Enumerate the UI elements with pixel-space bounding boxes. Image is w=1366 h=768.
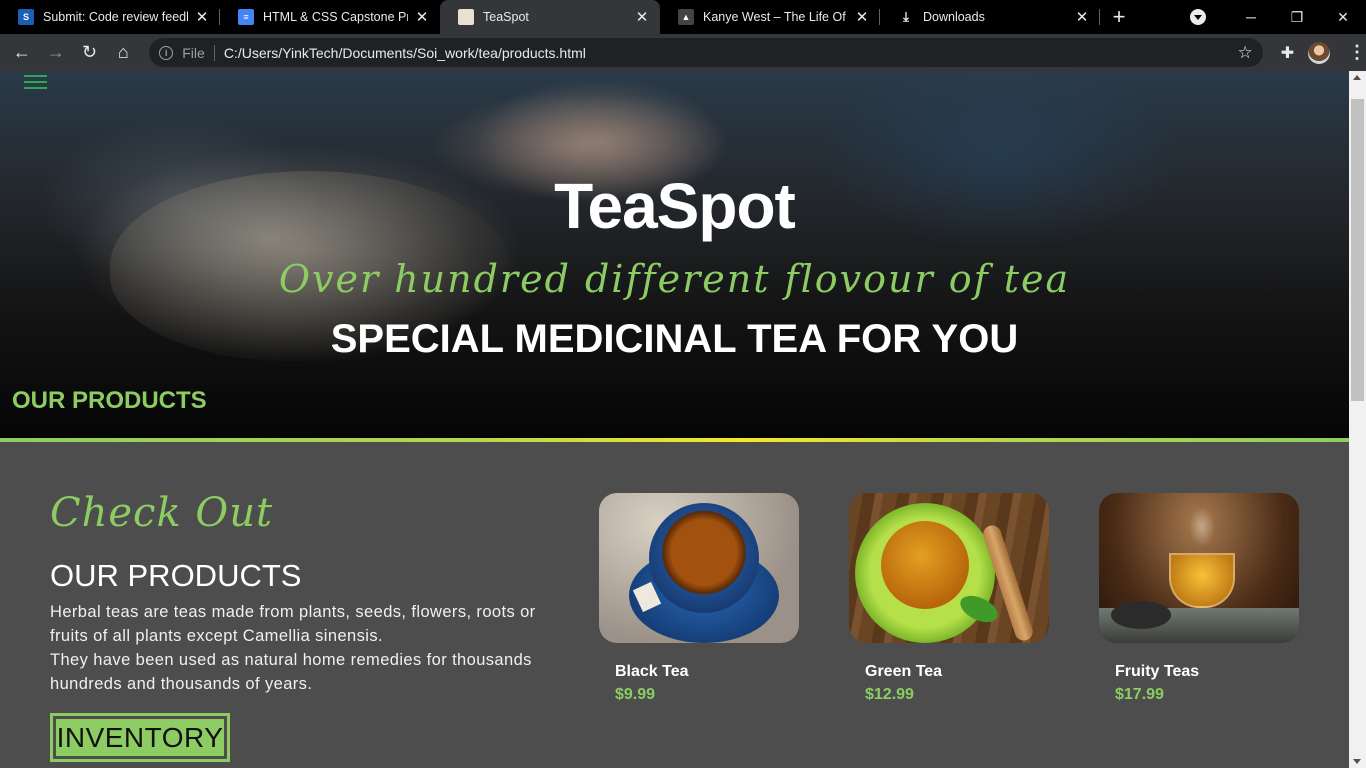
bookmark-star-icon[interactable]: ☆: [1237, 43, 1252, 63]
new-tab-button[interactable]: +: [1100, 0, 1138, 34]
page-scrollbar[interactable]: [1349, 71, 1366, 768]
hero-banner: TeaSpot Over hundred different flovour o…: [0, 71, 1349, 438]
tab-title: HTML & CSS Capstone Project: [263, 10, 408, 24]
black-tea-image[interactable]: [599, 493, 799, 643]
product-card-black-tea[interactable]: Black Tea $9.99: [599, 493, 799, 704]
tab-strip: S Submit: Code review feedback ✕ ≡ HTML …: [0, 0, 1366, 34]
restore-button[interactable]: ❐: [1274, 0, 1320, 34]
info-icon[interactable]: i: [159, 45, 174, 60]
hamburger-menu-icon[interactable]: [24, 75, 47, 91]
url-text[interactable]: C:/Users/YinkTech/Documents/Soi_work/tea…: [224, 45, 1238, 61]
hero-title: TeaSpot: [554, 170, 796, 242]
forward-arrow-icon[interactable]: →: [40, 37, 72, 69]
tab-teaspot[interactable]: TeaSpot ✕: [440, 0, 660, 34]
close-icon[interactable]: ✕: [194, 9, 210, 26]
page-favicon-icon: [458, 9, 474, 25]
product-price: $12.99: [865, 686, 914, 703]
green-tea-image[interactable]: [849, 493, 1049, 643]
product-price: $9.99: [615, 686, 656, 703]
minimize-button[interactable]: ─: [1228, 0, 1274, 34]
inventory-button-label: INVENTORY: [56, 719, 224, 756]
tab-kanye[interactable]: ▲ Kanye West – The Life Of Pablo ✕: [660, 0, 880, 34]
google-docs-icon: ≡: [238, 9, 254, 25]
tab-title: Submit: Code review feedback: [43, 10, 188, 24]
description-line: Herbal teas are teas made from plants, s…: [50, 603, 536, 645]
inventory-button[interactable]: INVENTORY: [50, 713, 230, 762]
download-icon: ⤓: [903, 9, 909, 24]
section-description: Herbal teas are teas made from plants, s…: [50, 600, 560, 696]
close-icon[interactable]: ✕: [1074, 9, 1090, 26]
section-heading: OUR PRODUCTS: [50, 558, 302, 593]
tab-separator: [1099, 9, 1100, 25]
tab-code-review[interactable]: S Submit: Code review feedback ✕: [0, 0, 220, 34]
browser-toolbar: ← → ↻ ⌂ i File C:/Users/YinkTech/Documen…: [0, 34, 1366, 71]
tab-title: Downloads: [923, 10, 985, 24]
scroll-down-arrow-icon[interactable]: [1353, 759, 1361, 764]
tab-title: Kanye West – The Life Of Pablo: [703, 10, 848, 24]
script-heading: Check Out: [50, 490, 274, 536]
close-icon[interactable]: ✕: [414, 9, 430, 26]
sick-favicon-icon: S: [18, 9, 34, 25]
product-name: Black Tea: [615, 663, 689, 680]
close-icon[interactable]: ✕: [634, 9, 650, 26]
back-arrow-icon[interactable]: ←: [6, 37, 38, 69]
home-icon[interactable]: ⌂: [107, 37, 139, 69]
extensions-puzzle-icon[interactable]: ✚: [1281, 43, 1294, 63]
product-card-green-tea[interactable]: Green Tea $12.99: [849, 493, 1049, 704]
scheme-label: File: [182, 44, 205, 61]
page-viewport: TeaSpot Over hundred different flovour o…: [0, 71, 1349, 768]
menu-kebab-icon[interactable]: ⋮: [1348, 42, 1366, 63]
scrollbar-thumb[interactable]: [1351, 99, 1364, 401]
product-name: Fruity Teas: [1115, 663, 1200, 680]
tab-search-icon[interactable]: [1190, 9, 1206, 25]
profile-avatar[interactable]: [1308, 41, 1331, 64]
tab-capstone[interactable]: ≡ HTML & CSS Capstone Project ✕: [220, 0, 440, 34]
tab-title: TeaSpot: [483, 10, 529, 24]
scroll-up-arrow-icon[interactable]: [1353, 75, 1361, 80]
product-price: $17.99: [1115, 686, 1164, 703]
omnibox-separator: [213, 44, 215, 61]
hero-tagline: Over hundred different flovour of tea: [278, 257, 1071, 301]
reload-icon[interactable]: ↻: [74, 37, 106, 69]
products-section: Check Out OUR PRODUCTS Herbal teas are t…: [0, 442, 1349, 768]
fruity-tea-image[interactable]: [1099, 493, 1299, 643]
description-line: They have been used as natural home reme…: [50, 651, 532, 693]
hero-subtitle: SPECIAL MEDICINAL TEA FOR YOU: [330, 317, 1019, 361]
product-card-fruity-teas[interactable]: Fruity Teas $17.99: [1099, 493, 1299, 704]
flame-favicon-icon: ▲: [678, 9, 694, 25]
address-bar[interactable]: i File C:/Users/YinkTech/Documents/Soi_w…: [149, 38, 1263, 67]
page-section-label: OUR PRODUCTS: [12, 387, 207, 414]
close-window-button[interactable]: ✕: [1320, 0, 1366, 34]
close-icon[interactable]: ✕: [854, 9, 870, 26]
tab-downloads[interactable]: ⤓ Downloads ✕: [880, 0, 1100, 34]
product-name: Green Tea: [865, 663, 943, 680]
